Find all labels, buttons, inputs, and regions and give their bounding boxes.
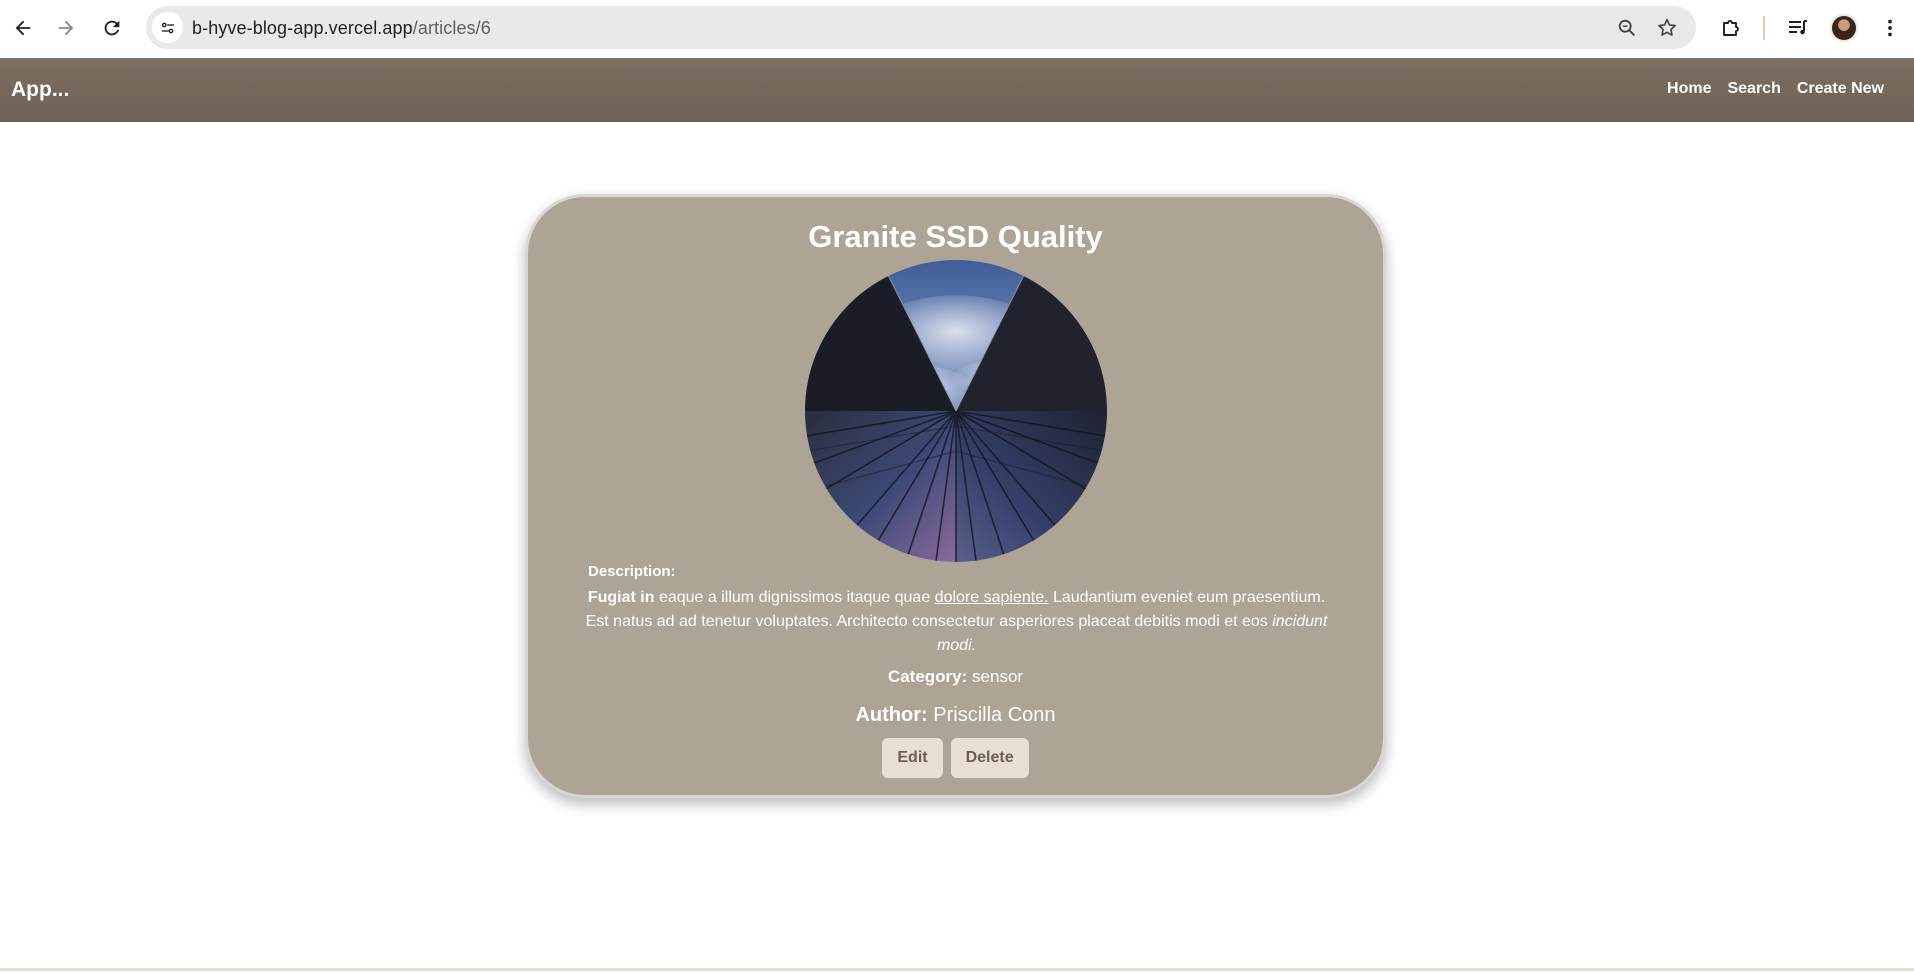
- author-line: Author: Priscilla Conn: [528, 704, 1383, 727]
- nav-link-create-new[interactable]: Create New: [1797, 80, 1884, 98]
- media-control-icon[interactable]: [1784, 14, 1812, 42]
- forward-arrow-icon[interactable]: [51, 13, 81, 43]
- nav-link-home[interactable]: Home: [1667, 80, 1711, 98]
- description-text-1: eaque a illum dignissimos itaque quae: [654, 589, 935, 606]
- page-bottom-divider: [0, 968, 1914, 971]
- article-image: [805, 260, 1107, 562]
- kebab-menu-icon[interactable]: [1876, 14, 1904, 42]
- author-label: Author:: [855, 704, 928, 726]
- toolbar-separator: [1763, 16, 1765, 40]
- extensions-icon[interactable]: [1717, 14, 1745, 42]
- author-value: Priscilla Conn: [933, 704, 1056, 726]
- description-label: Description:: [588, 563, 676, 580]
- zoom-icon[interactable]: [1615, 16, 1639, 40]
- brand-logo[interactable]: App...: [11, 78, 69, 102]
- nav-link-search[interactable]: Search: [1727, 80, 1780, 98]
- category-value: sensor: [972, 667, 1024, 686]
- profile-avatar-icon[interactable]: [1830, 14, 1858, 42]
- address-bar[interactable]: b-hyve-blog-app.vercel.app/articles/6: [146, 6, 1696, 49]
- url-path: /articles/6: [412, 18, 491, 38]
- url-host: b-hyve-blog-app.vercel.app: [192, 18, 413, 38]
- article-title: Granite SSD Quality: [808, 219, 1103, 254]
- site-navbar: App... Home Search Create New: [0, 58, 1914, 122]
- nav-links: Home Search Create New: [1667, 80, 1884, 98]
- site-info-icon[interactable]: [152, 12, 183, 43]
- category-line: Category: sensor: [528, 667, 1383, 687]
- description-bold-text: Fugiat in: [587, 589, 655, 606]
- bookmark-star-icon[interactable]: [1655, 16, 1679, 40]
- back-arrow-icon[interactable]: [8, 13, 38, 43]
- url-text[interactable]: b-hyve-blog-app.vercel.app/articles/6: [192, 18, 491, 39]
- description-underlined-text: dolore sapiente.: [934, 589, 1049, 606]
- article-description: Fugiat in eaque a illum dignissimos itaq…: [582, 586, 1331, 658]
- browser-toolbar: b-hyve-blog-app.vercel.app/articles/6: [0, 0, 1914, 58]
- article-card: Granite SSD Quality Description: Fugiat …: [525, 194, 1386, 798]
- article-actions: Edit Delete: [528, 738, 1383, 778]
- category-label: Category:: [887, 667, 968, 686]
- reload-icon[interactable]: [97, 13, 127, 43]
- edit-button[interactable]: Edit: [882, 738, 943, 778]
- delete-button[interactable]: Delete: [950, 738, 1029, 778]
